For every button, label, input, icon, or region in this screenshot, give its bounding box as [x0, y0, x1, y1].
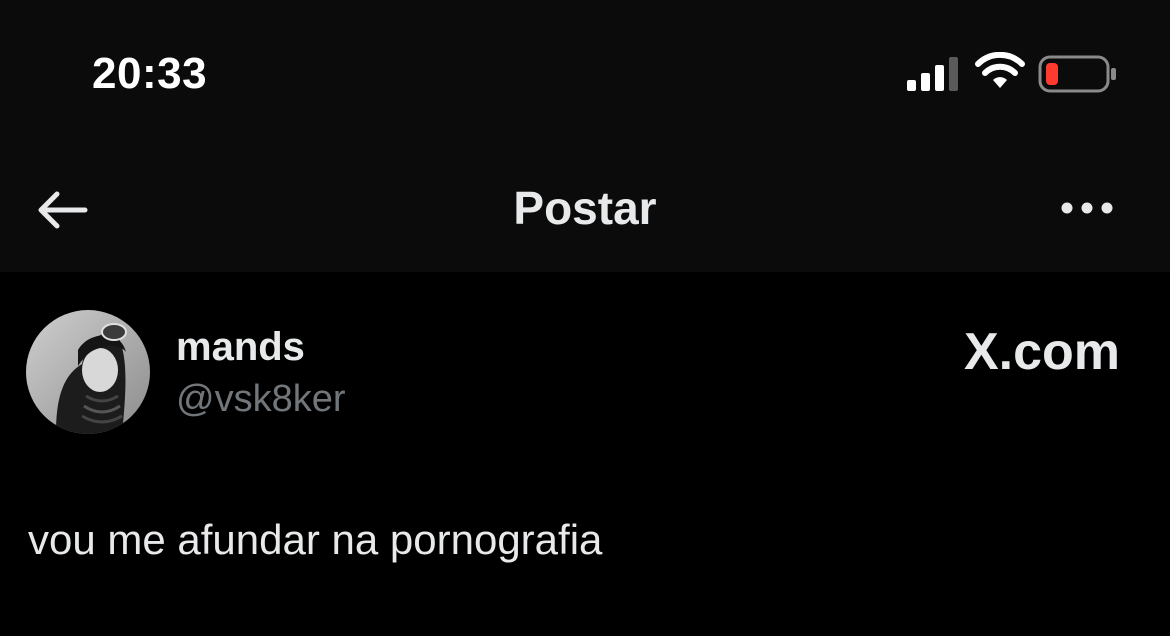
nav-bar: Postar	[0, 150, 1170, 270]
status-time: 20:33	[92, 49, 208, 98]
arrow-left-icon	[38, 191, 88, 229]
brand-mark: X.com	[900, 320, 1120, 384]
wifi-icon	[975, 52, 1025, 88]
page-title: Postar	[513, 182, 657, 234]
top-area: 20:33 Postar	[0, 0, 1170, 272]
avatar-image	[26, 310, 150, 434]
back-button[interactable]	[24, 180, 98, 240]
avatar[interactable]	[26, 310, 150, 434]
brand-text: X.com	[963, 323, 1120, 381]
more-horizontal-icon	[1061, 202, 1113, 214]
author-handle[interactable]: @vsk8ker	[176, 374, 346, 424]
post: mands @vsk8ker X.com vou me afundar na p…	[0, 272, 1170, 636]
battery-icon	[1038, 55, 1116, 93]
status-bar: 20:33	[0, 0, 1170, 140]
post-text: vou me afundar na pornografia	[28, 516, 603, 563]
author-name[interactable]: mands	[176, 322, 305, 372]
more-button[interactable]	[1050, 184, 1124, 232]
signal-icon	[907, 57, 958, 91]
